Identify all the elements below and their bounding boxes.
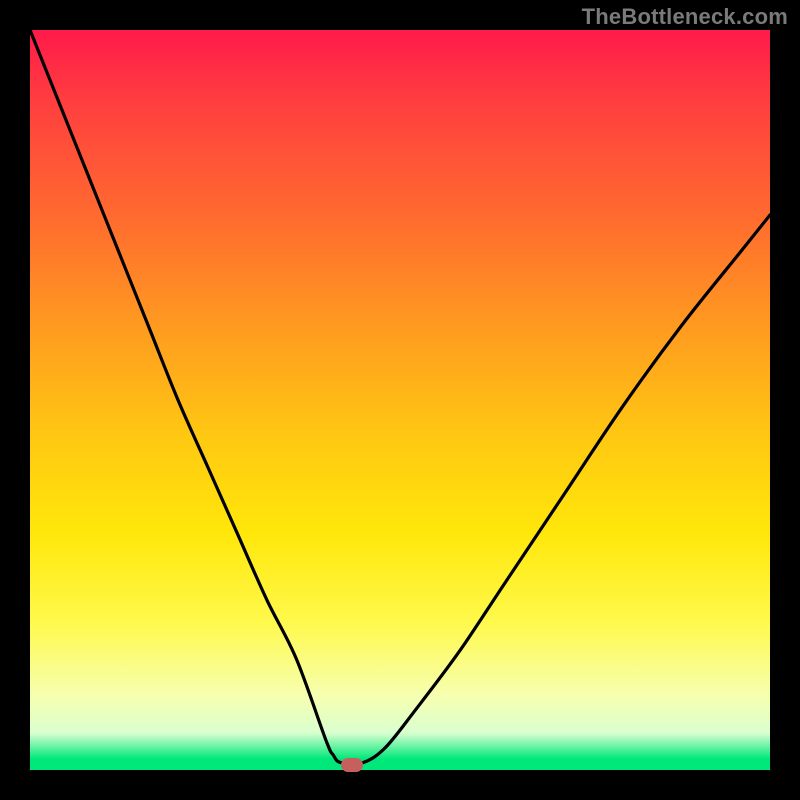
watermark-text: TheBottleneck.com [582, 4, 788, 30]
outer-frame: TheBottleneck.com [0, 0, 800, 800]
bottleneck-curve-path [30, 30, 770, 764]
plot-area [30, 30, 770, 770]
curve-svg [30, 30, 770, 770]
minimum-marker [341, 758, 363, 772]
